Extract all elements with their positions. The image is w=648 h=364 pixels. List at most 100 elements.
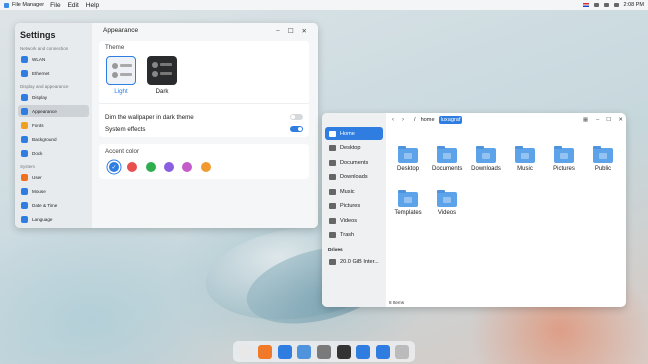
status-bar: 8 Items bbox=[389, 300, 405, 305]
file-manager-window: Home Desktop Documents Downloads Music Pictur… bbox=[322, 113, 626, 307]
fm-sidebar-label: Music bbox=[340, 188, 355, 195]
folder-item[interactable]: Pictures bbox=[549, 146, 579, 173]
fm-sidebar-item-home[interactable]: Home bbox=[325, 127, 383, 140]
drive-item[interactable]: 20.0 GiB Inter... bbox=[325, 256, 383, 269]
fm-sidebar-item-music[interactable]: Music bbox=[325, 185, 383, 198]
drive-label: 20.0 GiB Inter... bbox=[340, 259, 379, 265]
folder-icon bbox=[476, 146, 496, 163]
accent-swatch[interactable]: ✓ bbox=[109, 162, 119, 172]
sidebar-item-mouse[interactable]: Mouse bbox=[18, 185, 89, 197]
app-menu[interactable]: File Manager bbox=[4, 2, 44, 8]
folder-label: Desktop bbox=[396, 166, 419, 172]
battery-icon[interactable] bbox=[613, 3, 619, 7]
sidebar-item-fonts[interactable]: Fonts bbox=[18, 119, 89, 131]
sidebar-item-display[interactable]: Display bbox=[18, 91, 89, 103]
fm-sidebar-item-downloads[interactable]: Downloads bbox=[325, 171, 383, 184]
fm-sidebar-item-videos[interactable]: Videos bbox=[325, 214, 383, 227]
home-icon bbox=[329, 130, 336, 137]
sidebar-item-label: Mouse bbox=[32, 188, 46, 194]
language-icon bbox=[21, 215, 28, 223]
page-title: Appearance bbox=[103, 27, 139, 34]
accent-label: Accent color bbox=[105, 148, 140, 155]
fm-sidebar-label: Documents bbox=[340, 159, 369, 166]
calendar-icon[interactable] bbox=[375, 344, 390, 359]
sidebar-item-label: Language bbox=[32, 216, 53, 222]
breadcrumb-user[interactable]: luxagraf bbox=[438, 116, 463, 124]
grid-view-icon[interactable]: ▦ bbox=[583, 117, 588, 123]
sidebar-item-language[interactable]: Language bbox=[18, 213, 89, 225]
close-icon[interactable]: ✕ bbox=[618, 117, 623, 123]
close-icon[interactable]: ✕ bbox=[302, 27, 307, 35]
sidebar-item-ethernet[interactable]: Ethernet bbox=[18, 67, 89, 79]
breadcrumb-home[interactable]: home bbox=[421, 117, 435, 123]
folder-item[interactable]: Documents bbox=[432, 146, 463, 173]
fm-sidebar-item-desktop[interactable]: Desktop bbox=[325, 142, 383, 155]
folder-icon bbox=[398, 146, 418, 163]
sidebar-item-user[interactable]: User bbox=[18, 171, 89, 183]
fm-sidebar-item-trash[interactable]: Trash bbox=[325, 229, 383, 242]
sidebar-item-background[interactable]: Background bbox=[18, 133, 89, 145]
accent-swatch[interactable] bbox=[145, 162, 156, 172]
maximize-icon[interactable]: ☐ bbox=[288, 27, 294, 35]
folder-icon[interactable] bbox=[297, 344, 312, 359]
dock-icon bbox=[21, 149, 28, 157]
accent-swatch[interactable] bbox=[182, 162, 193, 172]
theme-dark-option[interactable] bbox=[147, 56, 177, 85]
maximize-icon[interactable]: ☐ bbox=[606, 117, 611, 123]
fm-sidebar-label: Trash bbox=[340, 232, 355, 238]
theme-light-option[interactable] bbox=[106, 56, 136, 85]
ethernet-icon bbox=[21, 69, 28, 77]
breadcrumb-root[interactable]: / bbox=[414, 117, 416, 123]
sidebar-item-dock[interactable]: Dock bbox=[18, 147, 89, 159]
folder-item[interactable]: Downloads bbox=[471, 146, 501, 173]
trash-icon[interactable] bbox=[395, 344, 410, 359]
theme-light-label: Light bbox=[114, 88, 128, 95]
system-effects-toggle[interactable] bbox=[290, 126, 303, 132]
network-icon[interactable] bbox=[593, 3, 599, 7]
folder-label: Documents bbox=[432, 166, 463, 172]
settings-gear-icon[interactable] bbox=[316, 344, 331, 359]
theme-dark-label: Dark bbox=[155, 88, 169, 95]
accent-swatch[interactable] bbox=[127, 162, 138, 172]
folder-icon bbox=[554, 146, 574, 163]
back-icon[interactable]: ‹ bbox=[389, 116, 397, 124]
sidebar-group-heading: Display and appearance bbox=[20, 84, 69, 89]
folder-icon bbox=[437, 146, 457, 163]
fm-sidebar-label: Pictures bbox=[340, 203, 361, 209]
rocket-launcher-icon[interactable] bbox=[238, 344, 253, 359]
accent-swatch[interactable] bbox=[163, 162, 174, 172]
sidebar-item-wlan[interactable]: WLAN bbox=[18, 53, 89, 65]
minimize-icon[interactable]: – bbox=[596, 117, 599, 123]
sidebar-item-appearance[interactable]: Appearance bbox=[18, 105, 89, 117]
clock[interactable]: 2:08 PM bbox=[624, 2, 644, 8]
firefox-icon[interactable] bbox=[258, 344, 273, 359]
sidebar-group-heading: Network and connection bbox=[20, 46, 69, 51]
sidebar-item-date-time[interactable]: Date & Time bbox=[18, 199, 89, 211]
volume-icon[interactable] bbox=[603, 3, 609, 7]
folder-label: Public bbox=[594, 166, 612, 172]
folder-item[interactable]: Public bbox=[588, 146, 618, 173]
forward-icon[interactable]: › bbox=[399, 116, 407, 124]
sidebar-item-label: Dock bbox=[32, 150, 43, 156]
flag-icon[interactable] bbox=[582, 3, 589, 7]
menu-edit[interactable]: Edit bbox=[68, 2, 79, 9]
fm-sidebar-item-documents[interactable]: Documents bbox=[325, 156, 383, 169]
fm-sidebar-label: Desktop bbox=[340, 145, 361, 151]
calculator-icon[interactable] bbox=[277, 344, 292, 359]
folder-item[interactable]: Templates bbox=[393, 190, 423, 217]
menu-file[interactable]: File bbox=[50, 2, 60, 9]
minimize-icon[interactable]: – bbox=[276, 27, 280, 35]
accent-swatch[interactable] bbox=[200, 162, 211, 172]
folder-item[interactable]: Videos bbox=[432, 190, 462, 217]
sidebar-item-label: Display bbox=[32, 94, 48, 100]
dim-wallpaper-toggle[interactable] bbox=[290, 114, 303, 120]
dock bbox=[233, 341, 415, 362]
fm-sidebar: Home Desktop Documents Downloads Music Pictur… bbox=[322, 113, 386, 307]
terminal-icon[interactable] bbox=[336, 344, 351, 359]
folder-item[interactable]: Desktop bbox=[393, 146, 423, 173]
app-store-icon[interactable] bbox=[356, 344, 371, 359]
fm-sidebar-item-pictures[interactable]: Pictures bbox=[325, 200, 383, 213]
menu-help[interactable]: Help bbox=[86, 2, 99, 9]
folder-item[interactable]: Music bbox=[510, 146, 540, 173]
fm-sidebar-label: Downloads bbox=[340, 174, 368, 180]
